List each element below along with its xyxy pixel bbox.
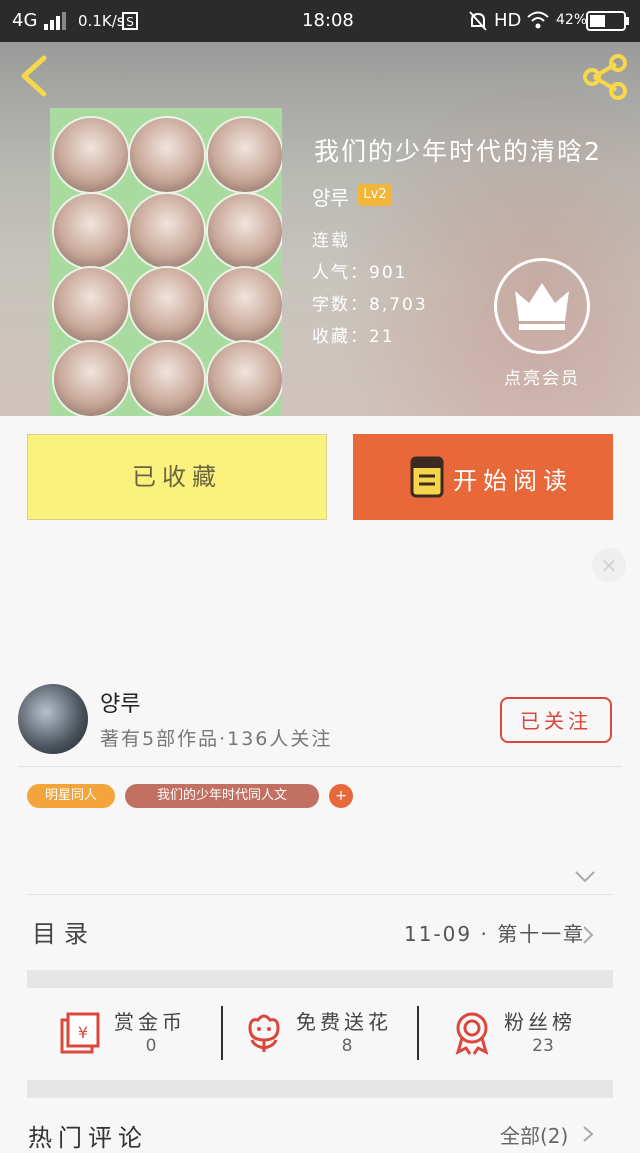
hd-indicator: HD: [494, 10, 522, 31]
cover-photo: [206, 192, 282, 270]
svg-text:¥: ¥: [78, 1023, 88, 1042]
book-title: 我们的少年时代的清晗2: [314, 137, 602, 166]
battery-percent: 42%: [556, 12, 588, 28]
author-level-badge: Lv2: [358, 184, 392, 206]
book-words: 字数：8,703: [312, 290, 428, 315]
hot-comments-label: 热门评论: [28, 1124, 148, 1152]
fan-ranking-label[interactable]: 粉丝榜: [504, 1006, 576, 1035]
all-comments-link[interactable]: 全部(2): [500, 1120, 568, 1149]
cover-photo: [206, 340, 282, 416]
popularity-value: 901: [369, 263, 408, 283]
free-flower-label[interactable]: 免费送花: [296, 1006, 392, 1035]
start-reading-label: 开始阅读: [453, 467, 573, 495]
vertical-divider: [417, 1006, 419, 1060]
popularity-label: 人气：: [312, 263, 369, 283]
fan-ranking-value: 23: [532, 1036, 554, 1056]
vip-label[interactable]: 点亮会员: [504, 364, 580, 389]
chevron-right-icon[interactable]: [580, 924, 596, 946]
cover-photo: [52, 340, 130, 416]
crown-icon: [515, 283, 569, 330]
svg-text:S: S: [126, 15, 134, 29]
words-value: 8,703: [369, 295, 428, 315]
vip-button[interactable]: [494, 258, 590, 354]
mute-icon: [469, 11, 487, 31]
words-label: 字数：: [312, 295, 369, 315]
s-app-icon: S: [122, 12, 138, 30]
author-avatar[interactable]: [18, 684, 88, 754]
book-cover[interactable]: [50, 108, 282, 416]
red-envelope-icon[interactable]: ¥: [58, 1010, 102, 1056]
toc-latest-chapter[interactable]: 11-09 · 第十一章: [404, 918, 585, 947]
reward-coins-label[interactable]: 赏金币: [114, 1006, 186, 1035]
book-favorites: 收藏：21: [312, 322, 395, 347]
wifi-icon: [527, 11, 549, 29]
cover-photo: [206, 266, 282, 344]
favorites-label: 收藏：: [312, 327, 369, 347]
add-tag-button[interactable]: +: [329, 784, 353, 808]
favorites-value: 21: [369, 327, 395, 347]
network-speed: 0.1K/s: [78, 12, 125, 30]
cover-photo: [128, 266, 206, 344]
divider: [27, 894, 613, 895]
chevron-right-icon[interactable]: [580, 1124, 596, 1144]
back-icon[interactable]: [14, 54, 54, 98]
vertical-divider: [221, 1006, 223, 1060]
flower-icon[interactable]: [242, 1010, 286, 1056]
share-icon[interactable]: [580, 52, 630, 102]
free-flower-value: 8: [341, 1036, 353, 1056]
cover-photo: [128, 340, 206, 416]
collected-button[interactable]: 已收藏: [27, 434, 327, 520]
close-icon[interactable]: ×: [592, 548, 626, 582]
cover-photo: [128, 192, 206, 270]
book-popularity: 人气：901: [312, 258, 407, 283]
cover-photo: [52, 116, 130, 194]
follow-button[interactable]: 已关注: [500, 697, 612, 743]
tag-celebrity-fanfic[interactable]: 明星同人: [27, 784, 115, 808]
author-name[interactable]: 양루: [100, 686, 140, 718]
reward-coins-value: 0: [145, 1036, 157, 1056]
medal-icon[interactable]: [450, 1010, 494, 1056]
cover-photo: [128, 116, 206, 194]
cover-photo: [52, 192, 130, 270]
chevron-down-icon[interactable]: [572, 868, 598, 886]
tag-our-youth-fanfic[interactable]: 我们的少年时代同人文: [125, 784, 319, 808]
divider: [18, 766, 622, 767]
section-separator: [27, 970, 613, 988]
cover-photo: [52, 266, 130, 344]
book-status: 连载: [312, 231, 350, 251]
battery-icon: [586, 11, 629, 31]
network-type: 4G: [12, 10, 38, 31]
clock: 18:08: [302, 10, 354, 31]
author-stats: 著有5部作品·136人关注: [100, 728, 333, 750]
signal-icon: [44, 12, 66, 30]
toc-label[interactable]: 目录: [32, 914, 96, 949]
start-reading-button[interactable]: 开始阅读: [353, 434, 613, 520]
section-separator: [27, 1080, 613, 1098]
book-icon: [410, 456, 444, 498]
book-author[interactable]: 양루: [312, 182, 349, 211]
cover-photo: [206, 116, 282, 194]
status-bar: 4G 0.1K/s S 18:08 HD 42%: [0, 0, 640, 42]
